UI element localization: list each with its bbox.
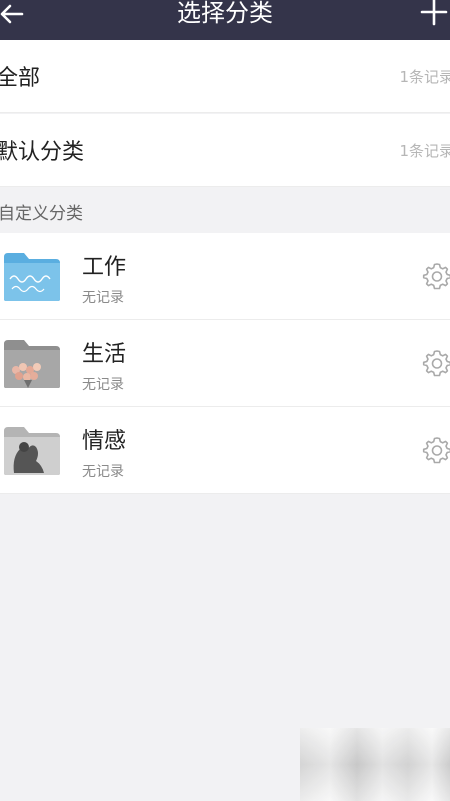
category-default-label: 默认分类: [0, 140, 85, 165]
category-name: 生活: [82, 342, 127, 367]
category-record-count: 无记录: [82, 377, 124, 393]
plus-icon[interactable]: [414, 0, 450, 32]
category-record-count: 无记录: [82, 290, 124, 306]
section-title: 自定义分类: [0, 204, 83, 224]
folder-thumbnail-life: [4, 340, 60, 388]
category-all-label: 全部: [0, 66, 41, 91]
category-default-count: 1条记录: [399, 142, 450, 160]
folder-thumbnail-emotion: [4, 427, 60, 475]
custom-section-header: 自定义分类: [0, 187, 450, 231]
gear-icon[interactable]: [422, 348, 450, 378]
folder-thumbnail-work: [4, 253, 60, 301]
gear-icon[interactable]: [422, 261, 450, 291]
category-default-row[interactable]: 默认分类 1条记录: [0, 114, 450, 187]
category-record-count: 无记录: [82, 464, 124, 480]
category-name: 工作: [82, 255, 127, 280]
gear-icon[interactable]: [422, 435, 450, 465]
page-title: 选择分类: [177, 0, 273, 27]
category-all-row[interactable]: 全部 1条记录: [0, 40, 450, 113]
category-row-work[interactable]: 工作 无记录: [0, 233, 450, 320]
category-name: 情感: [82, 429, 127, 454]
category-row-life[interactable]: 生活 无记录: [0, 320, 450, 407]
category-all-count: 1条记录: [399, 68, 450, 86]
pixelated-watermark: [300, 728, 450, 801]
category-row-emotion[interactable]: 情感 无记录: [0, 407, 450, 494]
navbar: 选择分类: [0, 0, 450, 40]
